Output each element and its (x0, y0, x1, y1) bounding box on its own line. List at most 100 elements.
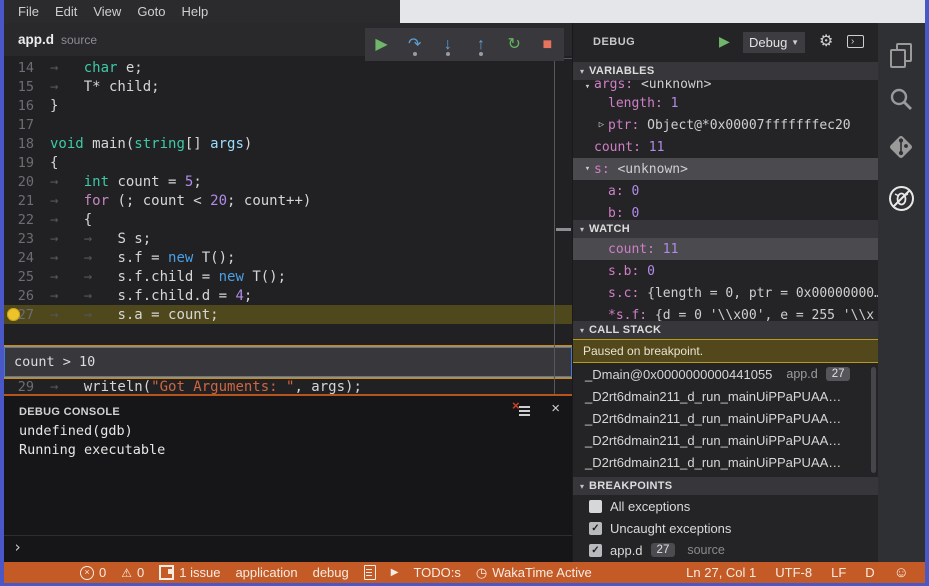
code-token: { (83, 211, 93, 228)
code-line[interactable]: 20 → int count = 5; (4, 172, 572, 191)
step-into-icon[interactable]: ↓ (436, 33, 460, 57)
variable-row[interactable]: count: 11 (573, 136, 878, 158)
line-number[interactable]: 18 (4, 136, 34, 152)
menu-item-edit[interactable]: Edit (47, 4, 85, 19)
start-debug-icon[interactable]: ▶ (719, 33, 730, 50)
gear-icon[interactable]: ⚙ (819, 31, 833, 51)
call-stack-frame[interactable]: _D2rt6dmain211_d_run_mainUiPPaPUAA… (573, 385, 878, 407)
line-number[interactable]: 23 (4, 231, 34, 247)
breakpoint-row[interactable]: ✓ Uncaught exceptions (573, 517, 878, 539)
line-number[interactable]: 26 (4, 288, 34, 304)
watch-row[interactable]: s.c: {length = 0, ptr = 0x00000000… (573, 282, 878, 304)
statusbar-item-wakatime-active[interactable]: WakaTime Active (476, 565, 591, 581)
variable-value: 0 (647, 263, 655, 279)
debug-config-dropdown[interactable]: Debug ▼ (743, 32, 805, 53)
variable-row[interactable]: ▾ s: <unknown> (573, 158, 878, 180)
variable-row[interactable]: a: 0 (573, 180, 878, 202)
line-number[interactable]: 15 (4, 79, 34, 95)
stop-icon[interactable]: ■ (535, 33, 559, 57)
console-prompt[interactable]: › (13, 538, 22, 556)
code-line[interactable]: 24 → → s.f = new T(); (4, 248, 572, 267)
statusbar-item-0[interactable]: 0 (121, 565, 144, 580)
menu-item-view[interactable]: View (85, 4, 129, 19)
line-number[interactable]: 16 (4, 98, 34, 114)
clear-console-icon[interactable]: × (512, 398, 532, 417)
statusbar-item-1-issue[interactable]: 1 issue (159, 565, 220, 580)
statusbar-item-ln-27-col-1[interactable]: Ln 27, Col 1 (686, 565, 756, 580)
step-out-icon[interactable]: ↑ (469, 33, 493, 57)
statusbar-item-smiley-icon[interactable] (894, 564, 909, 581)
breakpoint-checkbox[interactable]: ✓ (589, 521, 602, 535)
statusbar-item-debug[interactable]: debug (313, 565, 349, 580)
statusbar-item-play-icon[interactable] (391, 567, 399, 578)
line-number[interactable]: 21 (4, 193, 34, 209)
code-line[interactable]: 26 → → s.f.child.d = 4; (4, 286, 572, 305)
code-line[interactable]: 16} (4, 96, 572, 115)
breakpoint-icon[interactable] (7, 308, 20, 321)
statusbar-item-todo-s[interactable]: TODO:s (413, 565, 460, 580)
call-stack-section-header[interactable]: ▾ CALL STACK (573, 321, 878, 339)
breakpoint-row[interactable]: All exceptions (573, 495, 878, 517)
breakpoint-condition-input[interactable]: count > 10 (4, 347, 572, 377)
variable-row[interactable]: b: 0 (573, 202, 878, 221)
open-console-icon[interactable]: › (847, 35, 864, 48)
statusbar-item-file-icon[interactable] (363, 565, 376, 580)
editor-scrollbar[interactable] (554, 58, 572, 413)
statusbar-item-utf-8[interactable]: UTF-8 (775, 565, 812, 580)
call-stack-frame[interactable]: _D2rt6dmain211_d_run_mainUiPPaPUAA… (573, 451, 878, 473)
watch-section-header[interactable]: ▾ WATCH (573, 220, 878, 238)
variable-row[interactable]: ▷ ptr: Object@*0x00007fffffffec20 (573, 114, 878, 136)
code-line[interactable]: 25 → → s.f.child = new T(); (4, 267, 572, 286)
debug-icon[interactable] (888, 185, 916, 213)
line-number[interactable]: 20 (4, 174, 34, 190)
breakpoint-line-badge: 27 (650, 543, 676, 557)
breakpoint-row[interactable]: ✓ app.d 27 source (573, 539, 878, 561)
files-icon[interactable] (888, 42, 916, 70)
code-line[interactable]: 27 → → s.a = count; (4, 305, 572, 324)
git-icon[interactable] (888, 134, 916, 162)
frame-label: _D2rt6dmain211_d_run_mainUiPPaPUAA… (585, 454, 842, 470)
menu-item-file[interactable]: File (10, 4, 47, 19)
line-number[interactable]: 24 (4, 250, 34, 266)
watch-row[interactable]: s.b: 0 (573, 260, 878, 282)
tab-arrow-icon: → (50, 378, 84, 395)
tab-app-d[interactable]: app.d source (18, 23, 97, 56)
close-console-icon[interactable]: × (551, 400, 560, 417)
code-line[interactable]: 18 void main(string[] args) (4, 134, 572, 153)
line-number[interactable]: 14 (4, 60, 34, 76)
statusbar-item-d[interactable]: D (865, 565, 874, 580)
continue-icon[interactable]: ▶ (370, 33, 394, 57)
watch-row[interactable]: count: 11 (573, 238, 878, 260)
breakpoint-label: app.d (610, 542, 643, 558)
breakpoint-checkbox[interactable] (589, 499, 602, 513)
code-line[interactable]: 15 → T* child; (4, 77, 572, 96)
statusbar-item-lf[interactable]: LF (831, 565, 846, 580)
call-stack-frame[interactable]: _Dmain@0x0000000000441055 app.d 27 (573, 363, 878, 385)
watch-row[interactable]: *s.f: {d = 0 '\\x00', e = 255 '\\x (573, 304, 878, 322)
statusbar-item-application[interactable]: application (235, 565, 297, 580)
menu-item-help[interactable]: Help (174, 4, 217, 19)
variable-row[interactable]: ▾ args: <unknown> (573, 80, 878, 92)
code-line[interactable]: 21 → for (; count < 20; count++) (4, 191, 572, 210)
menu-item-goto[interactable]: Goto (129, 4, 173, 19)
code-line[interactable]: 22 → { (4, 210, 572, 229)
step-over-icon[interactable]: ↷ (403, 33, 427, 57)
statusbar-item-0[interactable]: 0 (80, 565, 106, 580)
code-line[interactable]: 17 (4, 115, 572, 134)
line-number[interactable]: 22 (4, 212, 34, 228)
breakpoint-checkbox[interactable]: ✓ (589, 543, 602, 557)
call-stack-frame[interactable]: _D2rt6dmain211_d_run_mainUiPPaPUAA… (573, 429, 878, 451)
line-number[interactable]: 29 (4, 379, 34, 395)
line-number[interactable]: 19 (4, 155, 34, 171)
restart-icon[interactable]: ↻ (502, 33, 526, 57)
call-stack-frame[interactable]: _D2rt6dmain211_d_run_mainUiPPaPUAA… (573, 407, 878, 429)
code-line[interactable]: 23 → → S s; (4, 229, 572, 248)
variables-section-header[interactable]: ▾ VARIABLES (573, 62, 878, 80)
variable-row[interactable]: length: 1 (573, 92, 878, 114)
call-stack-scrollbar[interactable] (871, 367, 876, 473)
line-number[interactable]: 25 (4, 269, 34, 285)
line-number[interactable]: 17 (4, 117, 34, 133)
breakpoints-section-header[interactable]: ▾ BREAKPOINTS (573, 477, 878, 495)
code-line[interactable]: 19 { (4, 153, 572, 172)
search-icon[interactable] (888, 86, 916, 114)
